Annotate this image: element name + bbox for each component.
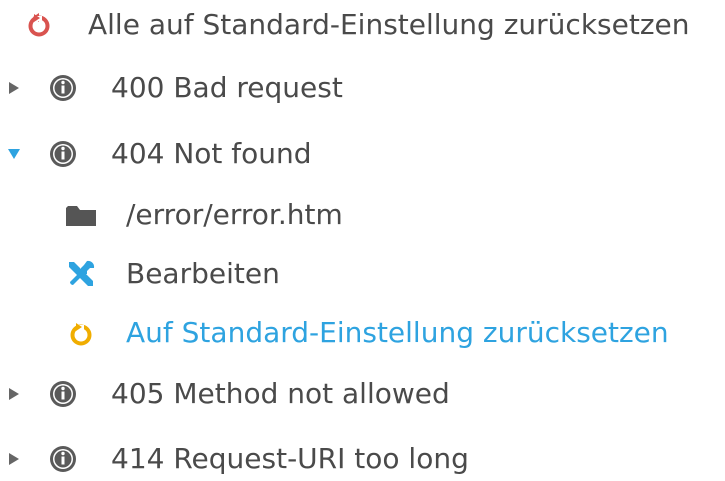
edit-row[interactable]: Bearbeiten — [0, 252, 725, 296]
info-icon — [48, 139, 78, 169]
tree-item-label[interactable]: 405 Method not allowed — [111, 372, 450, 416]
reset-default-row[interactable]: Auf Standard-Einstellung zurücksetzen — [0, 311, 725, 355]
tree-item-414: 414 Request-URI too long — [0, 437, 725, 481]
error-page-path: /error/error.htm — [126, 198, 343, 231]
info-icon — [48, 73, 78, 103]
reset-all-label: Alle auf Standard-Einstellung zurücksetz… — [88, 8, 690, 41]
expand-arrow-icon[interactable] — [4, 78, 24, 98]
reset-icon — [66, 319, 96, 349]
wrench-screwdriver-icon — [64, 258, 98, 290]
tree-item-404: 404 Not found — [0, 132, 725, 176]
tree-item-400: 400 Bad request — [0, 66, 725, 110]
tree-item-405: 405 Method not allowed — [0, 372, 725, 416]
expand-arrow-icon[interactable] — [4, 384, 24, 404]
info-icon — [48, 444, 78, 474]
collapse-arrow-icon[interactable] — [4, 144, 24, 164]
reset-all-row[interactable]: Alle auf Standard-Einstellung zurücksetz… — [0, 3, 725, 47]
error-page-path-row: /error/error.htm — [0, 193, 725, 237]
tree-item-label[interactable]: 404 Not found — [111, 132, 312, 176]
folder-icon — [64, 201, 98, 229]
expand-arrow-icon[interactable] — [4, 449, 24, 469]
tree-item-label[interactable]: 400 Bad request — [111, 66, 343, 110]
edit-label: Bearbeiten — [126, 257, 280, 290]
reset-icon — [24, 10, 54, 40]
reset-default-link[interactable]: Auf Standard-Einstellung zurücksetzen — [126, 311, 669, 355]
tree-item-label[interactable]: 414 Request-URI too long — [111, 437, 469, 481]
info-icon — [48, 379, 78, 409]
